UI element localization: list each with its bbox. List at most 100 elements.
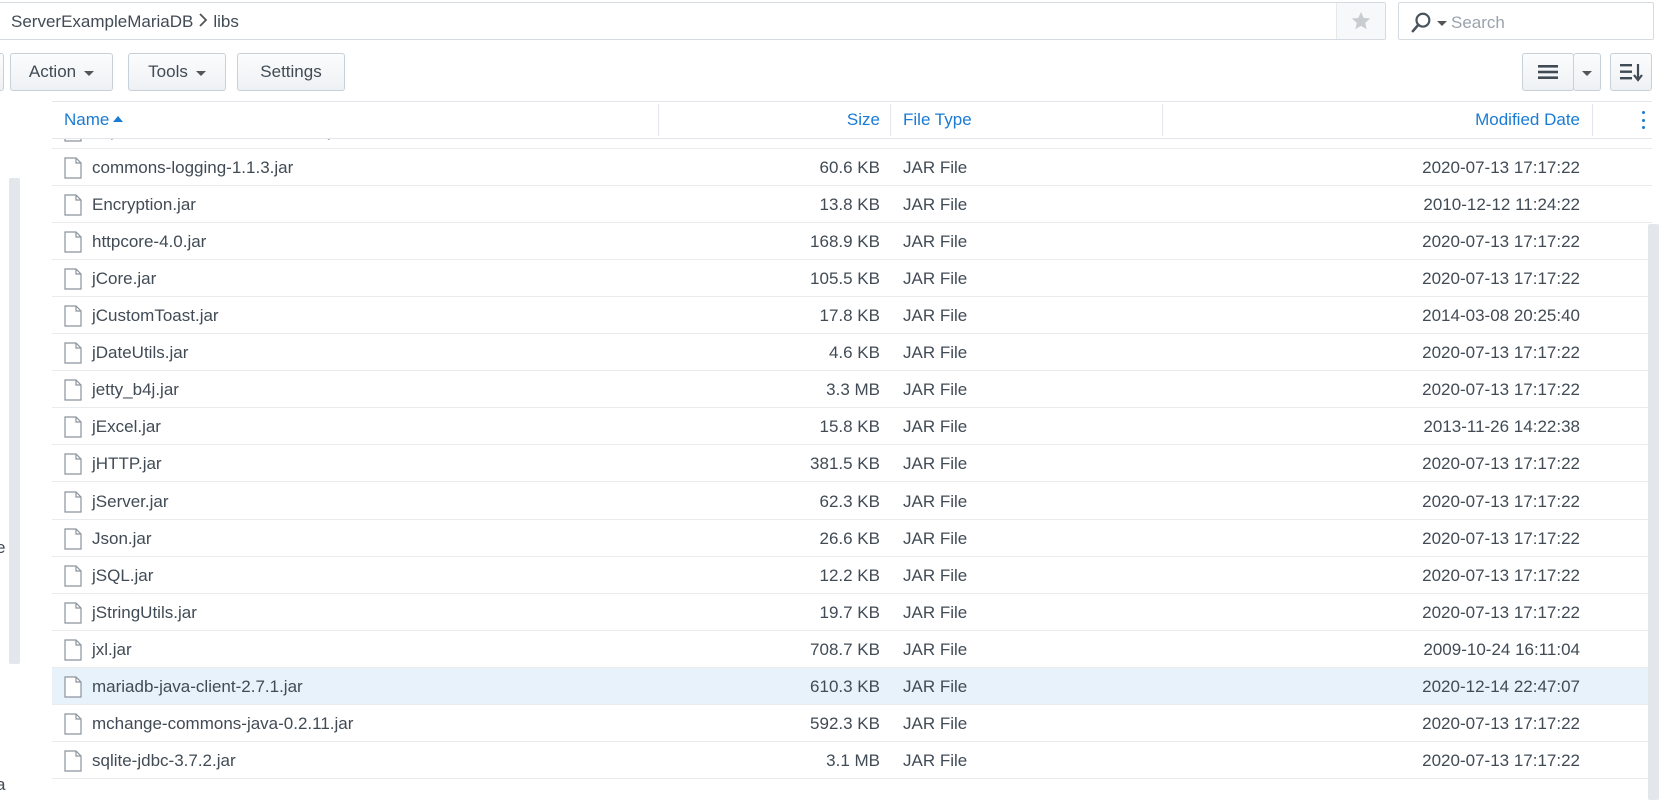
file-size: 4.6 KB (828, 343, 880, 363)
file-list-scrollbar[interactable] (1648, 224, 1659, 800)
file-row[interactable]: httpcore-4.0.jar 168.9 KB JAR File 2020-07-… (52, 223, 1652, 261)
settings-button[interactable]: Settings (237, 53, 345, 91)
file-icon (64, 490, 82, 513)
file-modified-date: 2020-07-13 17:17:22 (1422, 750, 1580, 770)
file-name: jxl.jar (92, 639, 132, 659)
list-view-button[interactable] (1522, 53, 1574, 91)
file-row[interactable]: jHTTP.jar 381.5 KB JAR File 2020-07-13 17:1… (52, 445, 1652, 483)
file-name: jExcel.jar (92, 417, 161, 437)
sort-button[interactable] (1610, 53, 1652, 91)
file-size: 381.5 KB (810, 454, 880, 474)
file-row[interactable]: mariadb-java-client-2.7.1.jar 610.3 KB JAR… (52, 667, 1652, 705)
file-name: jCore.jar (92, 269, 157, 289)
breadcrumb-item-current[interactable]: libs (213, 12, 239, 32)
file-row[interactable]: jCore.jar 105.5 KB JAR File 2020-07-13 17:1… (52, 260, 1652, 298)
file-modified-date: 2020-07-13 17:17:22 (1422, 269, 1580, 289)
file-size: 168.9 KB (810, 232, 880, 252)
file-icon (64, 676, 82, 698)
toolbar-button-partial[interactable] (0, 53, 4, 91)
file-icon (64, 268, 82, 290)
file-row[interactable]: Encryption.jar 13.8 KB JAR File 2010-12-12 … (52, 186, 1652, 224)
file-modified-date: 2020-07-13 17:17:22 (1422, 491, 1580, 511)
file-type: JAR File (903, 750, 968, 770)
file-name: jHTTP.jar (92, 454, 162, 474)
file-modified-date: 2010-12-12 11:24:22 (1423, 195, 1580, 215)
file-row[interactable]: jStringUtils.jar 19.7 KB JAR File 2020-07-1… (52, 594, 1652, 631)
file-type: JAR File (903, 602, 968, 622)
file-row[interactable]: jServer.jar 62.3 KB JAR File 2020-07-13 17:… (52, 483, 1652, 520)
column-header-name[interactable]: Name (64, 102, 124, 138)
file-row[interactable]: jxl.jar 708.7 KB JAR File 2009-10-24 16:11:… (52, 631, 1652, 668)
column-divider[interactable] (1592, 104, 1593, 136)
file-icon (64, 416, 82, 438)
file-row[interactable]: jExcel.jar 15.8 KB JAR File 2013-11-26 14:2… (52, 408, 1652, 446)
file-modified-date: 2013-11-26 14:22:38 (1423, 417, 1580, 437)
file-row[interactable]: jDateUtils.jar 4.6 KB JAR File 2020-07-13 1… (52, 334, 1652, 372)
column-header-type[interactable]: File Type (903, 102, 972, 138)
file-name: mariadb-java-client-2.7.1.jar (92, 676, 303, 696)
file-icon (64, 750, 82, 772)
file-type: JAR File (903, 676, 968, 696)
file-list: c3p0-oracle-thin-extras-0.9.5.2.jar2.7 K… (52, 101, 1660, 800)
file-type: JAR File (903, 158, 968, 178)
file-row[interactable]: jetty_b4j.jar 3.3 MB JAR File 2020-07-13 17… (52, 371, 1652, 409)
file-type: JAR File (903, 528, 968, 548)
file-modified-date: 2020-07-13 17:17:22 (1422, 343, 1580, 363)
search-options-button[interactable] (1411, 11, 1447, 33)
file-type: JAR File (903, 454, 968, 474)
file-size: 60.6 KB (819, 158, 881, 178)
file-modified-date: 2020-07-13 17:17:22 (1422, 528, 1580, 548)
file-icon (64, 342, 82, 364)
file-name: httpcore-4.0.jar (92, 232, 207, 252)
column-header-name-label: Name (64, 110, 110, 129)
file-row[interactable]: jSQL.jar 12.2 KB JAR File 2020-07-13 17:17:… (52, 557, 1652, 594)
tools-label: Tools (148, 62, 188, 81)
column-header-size-label: Size (846, 110, 880, 129)
file-icon (64, 527, 82, 550)
view-options-button[interactable] (1573, 53, 1601, 91)
search-input[interactable]: Search (1451, 13, 1505, 33)
file-modified-date: 2009-10-24 16:11:04 (1423, 639, 1580, 659)
file-modified-date: 2020-07-13 17:17:22 (1422, 713, 1580, 733)
column-header-type-label: File Type (903, 110, 972, 129)
file-name: mchange-commons-java-0.2.11.jar (92, 713, 354, 733)
file-row[interactable]: commons-logging-1.1.3.jar 60.6 KB JAR File… (52, 149, 1652, 187)
path-bar[interactable]: ServerExampleMariaDB libs (0, 2, 1386, 40)
file-type: JAR File (903, 713, 968, 733)
file-icon (64, 157, 82, 179)
settings-label: Settings (260, 62, 322, 81)
file-size: 105.5 KB (810, 269, 880, 289)
column-header-date[interactable]: Modified Date (1162, 102, 1580, 138)
file-name: jStringUtils.jar (92, 602, 197, 622)
column-divider[interactable] (890, 104, 891, 136)
file-size: 12.2 KB (819, 565, 881, 585)
file-type: JAR File (903, 232, 968, 252)
left-panel-text-fragment: e (0, 538, 6, 557)
breadcrumb-item-root[interactable]: ServerExampleMariaDB (11, 12, 193, 32)
file-icon (64, 639, 82, 661)
file-type: JAR File (903, 639, 968, 659)
action-label: Action (28, 62, 77, 81)
file-modified-date: 2020-07-13 17:17:22 (1422, 565, 1580, 585)
file-row[interactable]: sqlite-jdbc-3.7.2.jar 3.1 MB JAR File 2020-… (52, 742, 1652, 779)
file-icon (64, 305, 82, 327)
file-row[interactable]: Json.jar 26.6 KB JAR File 2020-07-13 17:17:… (52, 520, 1652, 557)
file-name: Json.jar (92, 528, 152, 548)
file-size: 26.6 KB (819, 528, 881, 548)
left-panel-scrollbar[interactable] (9, 178, 20, 664)
more-vertical-icon[interactable] (1636, 111, 1650, 129)
action-button[interactable]: Action (10, 53, 113, 91)
favorite-button[interactable] (1336, 3, 1385, 39)
tools-button[interactable]: Tools (128, 53, 226, 91)
search-field[interactable]: Search (1398, 2, 1654, 40)
file-row[interactable]: mchange-commons-java-0.2.11.jar 592.3 KB J… (52, 705, 1652, 742)
sort-ascending-icon (113, 116, 124, 123)
file-size: 62.3 KB (819, 491, 881, 511)
column-header-size[interactable]: Size (622, 102, 880, 138)
file-row[interactable]: jCustomToast.jar 17.8 KB JAR File 2014-03-0… (52, 297, 1652, 335)
file-icon (64, 379, 82, 401)
file-icon (64, 564, 82, 587)
file-type: JAR File (903, 491, 968, 511)
file-icon (64, 453, 82, 476)
file-name: Encryption.jar (92, 195, 196, 215)
